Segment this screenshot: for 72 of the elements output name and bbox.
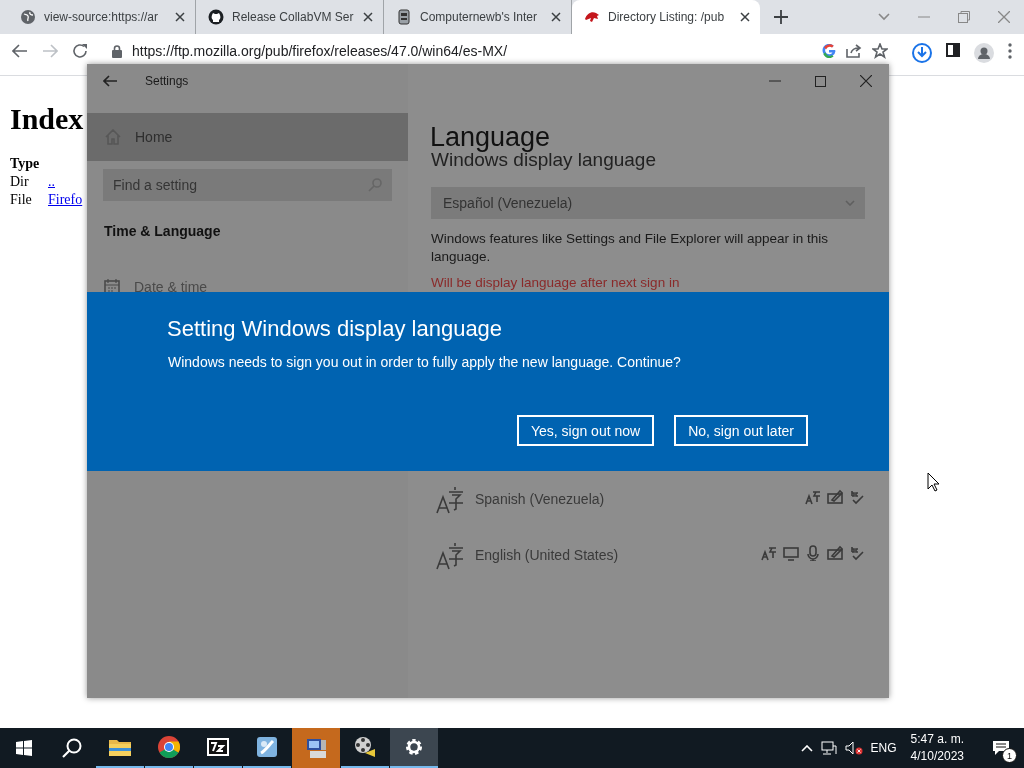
network-icon[interactable] bbox=[820, 741, 837, 755]
g-logo-icon[interactable] bbox=[822, 44, 836, 58]
dialog-title: Setting Windows display language bbox=[167, 316, 503, 342]
search-icon[interactable] bbox=[62, 738, 82, 758]
share-icon[interactable] bbox=[846, 44, 862, 58]
notification-badge: 1 bbox=[1002, 748, 1017, 763]
maximize-icon[interactable] bbox=[815, 75, 826, 87]
cat-icon bbox=[208, 9, 224, 25]
dialog-message: Windows needs to sign you out in order to fully apply the new language. Continue? bbox=[168, 354, 681, 370]
speech-icon bbox=[783, 545, 799, 561]
language-name: English (United States) bbox=[475, 547, 620, 563]
language-icon bbox=[435, 541, 465, 571]
file-link[interactable]: Firefo bbox=[48, 192, 83, 208]
close-icon[interactable] bbox=[551, 12, 561, 22]
chevron-down-icon[interactable] bbox=[878, 13, 890, 21]
side-panel-icon[interactable] bbox=[946, 43, 960, 57]
chevron-down-icon bbox=[845, 200, 855, 206]
back-arrow-icon[interactable] bbox=[12, 43, 28, 59]
address-bar[interactable]: https://ftp.mozilla.org/pub/firefox/releases/47.0/win64/es-MX/ bbox=[102, 39, 898, 63]
column-header: Type bbox=[10, 156, 40, 172]
menu-icon[interactable] bbox=[1008, 43, 1012, 59]
download-icon[interactable] bbox=[912, 43, 932, 63]
search-field[interactable]: Find a setting bbox=[103, 169, 392, 201]
plus-icon[interactable] bbox=[774, 10, 788, 24]
language-indicator[interactable]: ENG bbox=[870, 741, 897, 755]
browser-tab[interactable]: view-source:https://ar bbox=[8, 0, 196, 34]
dinosaur-icon bbox=[584, 9, 600, 25]
back-arrow-icon[interactable] bbox=[103, 75, 117, 87]
notice-text: Will be display language after next sign in bbox=[431, 275, 681, 290]
description-text: Windows features like Settings and File Explorer will appear in this language. bbox=[431, 230, 829, 266]
lock-icon bbox=[112, 44, 122, 58]
browser-tab[interactable]: Computernewb's Inter bbox=[384, 0, 572, 34]
handwriting-icon bbox=[827, 489, 843, 505]
dialog-button[interactable]: No, sign out later bbox=[674, 415, 808, 446]
reload-icon[interactable] bbox=[72, 43, 88, 59]
page-title: Language bbox=[430, 122, 552, 153]
close-icon[interactable] bbox=[175, 12, 185, 22]
taskbar-app-button[interactable] bbox=[390, 728, 438, 768]
file-link[interactable]: .. bbox=[48, 174, 55, 190]
chrome-icon bbox=[157, 735, 181, 759]
close-icon[interactable] bbox=[740, 12, 750, 22]
language-icon bbox=[435, 485, 465, 515]
spell-check-icon bbox=[849, 489, 865, 505]
computer-icon bbox=[304, 736, 328, 760]
section-heading: Time & Language bbox=[104, 223, 222, 239]
page-heading: Index bbox=[10, 102, 85, 136]
table-cell: Dir bbox=[10, 174, 29, 190]
restore-icon[interactable] bbox=[958, 11, 970, 23]
language-name: Spanish (Venezuela) bbox=[475, 491, 606, 507]
spell-check-icon bbox=[849, 545, 865, 561]
windows-logo-icon[interactable] bbox=[16, 740, 32, 756]
chevron-up-icon[interactable] bbox=[800, 744, 813, 752]
dialog-button[interactable]: Yes, sign out now bbox=[516, 415, 655, 446]
microphone-icon bbox=[805, 545, 821, 561]
archive-icon bbox=[206, 735, 230, 759]
handwriting-icon bbox=[827, 545, 843, 561]
browser-tab[interactable]: Directory Listing: /pub bbox=[572, 0, 760, 34]
server-icon bbox=[396, 9, 412, 25]
volume-muted-icon[interactable] bbox=[844, 741, 863, 755]
language-icon bbox=[805, 489, 821, 505]
window-title: Settings bbox=[145, 74, 189, 88]
globe-icon bbox=[20, 9, 36, 25]
close-icon[interactable] bbox=[860, 75, 872, 87]
browser-tab[interactable]: Release CollabVM Ser bbox=[196, 0, 384, 34]
profile-icon[interactable] bbox=[974, 43, 994, 63]
clock[interactable]: 5:47 a. m. 4/10/2023 bbox=[904, 731, 970, 765]
mouse-cursor-icon bbox=[927, 472, 940, 492]
table-cell: File bbox=[10, 192, 32, 208]
star-icon[interactable] bbox=[872, 43, 888, 59]
film-reel-icon bbox=[353, 735, 377, 759]
language-icon bbox=[761, 545, 777, 561]
close-icon[interactable] bbox=[363, 12, 373, 22]
